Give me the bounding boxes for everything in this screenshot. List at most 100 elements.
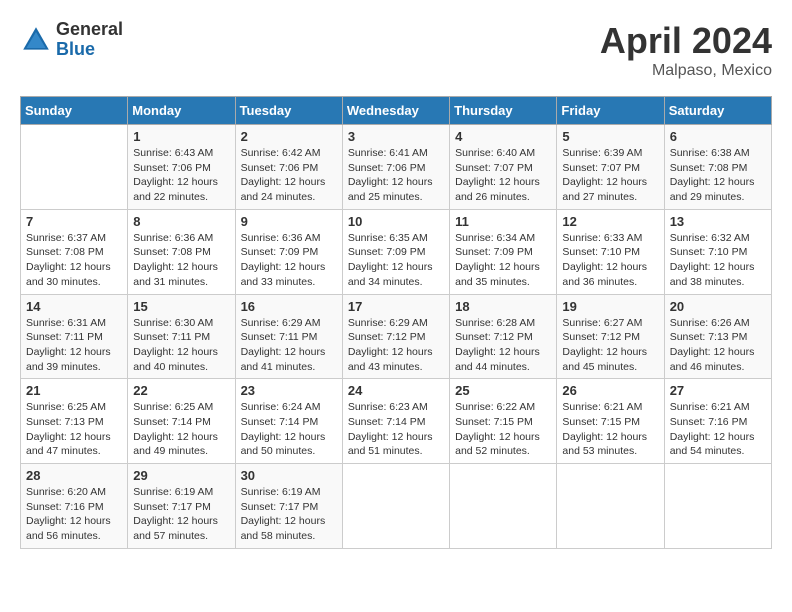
day-info: Sunrise: 6:43 AMSunset: 7:06 PMDaylight:… [133, 146, 229, 205]
calendar-cell: 16 Sunrise: 6:29 AMSunset: 7:11 PMDayligh… [235, 294, 342, 379]
day-number: 7 [26, 214, 122, 229]
calendar-week-row: 1 Sunrise: 6:43 AMSunset: 7:06 PMDaylight… [21, 125, 772, 210]
day-info: Sunrise: 6:36 AMSunset: 7:08 PMDaylight:… [133, 231, 229, 290]
day-number: 10 [348, 214, 444, 229]
calendar-cell: 1 Sunrise: 6:43 AMSunset: 7:06 PMDaylight… [128, 125, 235, 210]
day-number: 16 [241, 299, 337, 314]
col-header-tuesday: Tuesday [235, 97, 342, 125]
day-info: Sunrise: 6:24 AMSunset: 7:14 PMDaylight:… [241, 400, 337, 459]
logo-icon [20, 24, 52, 56]
calendar-cell: 11 Sunrise: 6:34 AMSunset: 7:09 PMDayligh… [450, 209, 557, 294]
logo: General Blue [20, 20, 123, 60]
calendar-cell [450, 464, 557, 549]
day-info: Sunrise: 6:42 AMSunset: 7:06 PMDaylight:… [241, 146, 337, 205]
day-number: 3 [348, 129, 444, 144]
calendar-cell: 2 Sunrise: 6:42 AMSunset: 7:06 PMDaylight… [235, 125, 342, 210]
day-info: Sunrise: 6:32 AMSunset: 7:10 PMDaylight:… [670, 231, 766, 290]
col-header-thursday: Thursday [450, 97, 557, 125]
day-info: Sunrise: 6:26 AMSunset: 7:13 PMDaylight:… [670, 316, 766, 375]
day-info: Sunrise: 6:34 AMSunset: 7:09 PMDaylight:… [455, 231, 551, 290]
day-number: 23 [241, 383, 337, 398]
calendar-cell: 30Sunrise: 6:19 AMSunset: 7:17 PMDayligh… [235, 464, 342, 549]
day-info: Sunrise: 6:39 AMSunset: 7:07 PMDaylight:… [562, 146, 658, 205]
calendar-cell [557, 464, 664, 549]
col-header-wednesday: Wednesday [342, 97, 449, 125]
calendar-header-row: SundayMondayTuesdayWednesdayThursdayFrid… [21, 97, 772, 125]
location: Malpaso, Mexico [600, 62, 772, 80]
day-info: Sunrise: 6:31 AMSunset: 7:11 PMDaylight:… [26, 316, 122, 375]
calendar-cell [21, 125, 128, 210]
calendar-cell: 3 Sunrise: 6:41 AMSunset: 7:06 PMDaylight… [342, 125, 449, 210]
day-number: 18 [455, 299, 551, 314]
day-number: 26 [562, 383, 658, 398]
calendar-cell: 6 Sunrise: 6:38 AMSunset: 7:08 PMDaylight… [664, 125, 771, 210]
calendar-cell: 27Sunrise: 6:21 AMSunset: 7:16 PMDayligh… [664, 379, 771, 464]
day-info: Sunrise: 6:38 AMSunset: 7:08 PMDaylight:… [670, 146, 766, 205]
day-info: Sunrise: 6:23 AMSunset: 7:14 PMDaylight:… [348, 400, 444, 459]
col-header-monday: Monday [128, 97, 235, 125]
calendar-week-row: 7 Sunrise: 6:37 AMSunset: 7:08 PMDaylight… [21, 209, 772, 294]
day-number: 21 [26, 383, 122, 398]
day-number: 1 [133, 129, 229, 144]
day-info: Sunrise: 6:29 AMSunset: 7:11 PMDaylight:… [241, 316, 337, 375]
col-header-friday: Friday [557, 97, 664, 125]
day-info: Sunrise: 6:41 AMSunset: 7:06 PMDaylight:… [348, 146, 444, 205]
month-title: April 2024 [600, 20, 772, 62]
day-number: 29 [133, 468, 229, 483]
day-number: 20 [670, 299, 766, 314]
calendar-cell: 17Sunrise: 6:29 AMSunset: 7:12 PMDayligh… [342, 294, 449, 379]
day-number: 4 [455, 129, 551, 144]
calendar-cell: 29 Sunrise: 6:19 AMSunset: 7:17 PMDayligh… [128, 464, 235, 549]
calendar-cell [342, 464, 449, 549]
day-number: 13 [670, 214, 766, 229]
calendar-cell: 25Sunrise: 6:22 AMSunset: 7:15 PMDayligh… [450, 379, 557, 464]
day-info: Sunrise: 6:21 AMSunset: 7:16 PMDaylight:… [670, 400, 766, 459]
calendar-cell: 7 Sunrise: 6:37 AMSunset: 7:08 PMDaylight… [21, 209, 128, 294]
day-info: Sunrise: 6:20 AMSunset: 7:16 PMDaylight:… [26, 485, 122, 544]
logo-blue-text: Blue [56, 40, 123, 60]
calendar-cell: 20 Sunrise: 6:26 AMSunset: 7:13 PMDayligh… [664, 294, 771, 379]
calendar-cell: 19Sunrise: 6:27 AMSunset: 7:12 PMDayligh… [557, 294, 664, 379]
calendar-cell: 21 Sunrise: 6:25 AMSunset: 7:13 PMDayligh… [21, 379, 128, 464]
day-info: Sunrise: 6:33 AMSunset: 7:10 PMDaylight:… [562, 231, 658, 290]
calendar-week-row: 28 Sunrise: 6:20 AMSunset: 7:16 PMDayligh… [21, 464, 772, 549]
calendar-cell: 22 Sunrise: 6:25 AMSunset: 7:14 PMDayligh… [128, 379, 235, 464]
day-number: 9 [241, 214, 337, 229]
day-number: 22 [133, 383, 229, 398]
calendar-cell: 24Sunrise: 6:23 AMSunset: 7:14 PMDayligh… [342, 379, 449, 464]
calendar-cell: 8 Sunrise: 6:36 AMSunset: 7:08 PMDaylight… [128, 209, 235, 294]
day-info: Sunrise: 6:27 AMSunset: 7:12 PMDaylight:… [562, 316, 658, 375]
day-info: Sunrise: 6:19 AMSunset: 7:17 PMDaylight:… [133, 485, 229, 544]
day-number: 12 [562, 214, 658, 229]
day-info: Sunrise: 6:21 AMSunset: 7:15 PMDaylight:… [562, 400, 658, 459]
day-info: Sunrise: 6:25 AMSunset: 7:14 PMDaylight:… [133, 400, 229, 459]
day-number: 2 [241, 129, 337, 144]
calendar-cell: 26 Sunrise: 6:21 AMSunset: 7:15 PMDayligh… [557, 379, 664, 464]
day-info: Sunrise: 6:35 AMSunset: 7:09 PMDaylight:… [348, 231, 444, 290]
day-number: 14 [26, 299, 122, 314]
day-number: 6 [670, 129, 766, 144]
day-number: 8 [133, 214, 229, 229]
day-number: 15 [133, 299, 229, 314]
calendar-cell: 4Sunrise: 6:40 AMSunset: 7:07 PMDaylight… [450, 125, 557, 210]
calendar-cell: 15 Sunrise: 6:30 AMSunset: 7:11 PMDayligh… [128, 294, 235, 379]
day-info: Sunrise: 6:28 AMSunset: 7:12 PMDaylight:… [455, 316, 551, 375]
col-header-sunday: Sunday [21, 97, 128, 125]
day-number: 11 [455, 214, 551, 229]
logo-general-text: General [56, 20, 123, 40]
day-number: 28 [26, 468, 122, 483]
calendar-cell: 13 Sunrise: 6:32 AMSunset: 7:10 PMDayligh… [664, 209, 771, 294]
calendar-cell: 5 Sunrise: 6:39 AMSunset: 7:07 PMDaylight… [557, 125, 664, 210]
page-header: General Blue April 2024 Malpaso, Mexico [20, 20, 772, 80]
day-info: Sunrise: 6:36 AMSunset: 7:09 PMDaylight:… [241, 231, 337, 290]
day-info: Sunrise: 6:30 AMSunset: 7:11 PMDaylight:… [133, 316, 229, 375]
calendar-table: SundayMondayTuesdayWednesdayThursdayFrid… [20, 96, 772, 549]
col-header-saturday: Saturday [664, 97, 771, 125]
day-info: Sunrise: 6:37 AMSunset: 7:08 PMDaylight:… [26, 231, 122, 290]
day-info: Sunrise: 6:25 AMSunset: 7:13 PMDaylight:… [26, 400, 122, 459]
calendar-week-row: 14 Sunrise: 6:31 AMSunset: 7:11 PMDayligh… [21, 294, 772, 379]
day-number: 17 [348, 299, 444, 314]
day-info: Sunrise: 6:19 AMSunset: 7:17 PMDaylight:… [241, 485, 337, 544]
day-number: 25 [455, 383, 551, 398]
day-number: 5 [562, 129, 658, 144]
